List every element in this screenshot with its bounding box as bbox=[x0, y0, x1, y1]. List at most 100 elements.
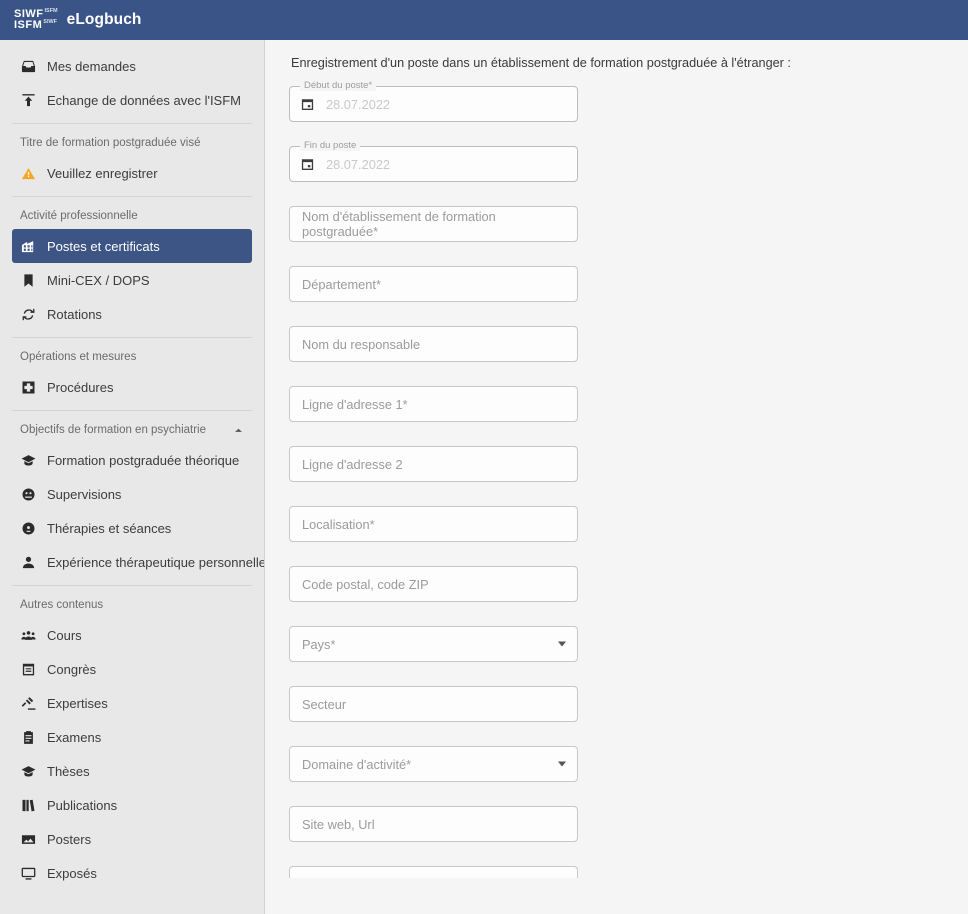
sidebar-item-postes-et-certificats[interactable]: Postes et certificats bbox=[12, 229, 252, 263]
sidebar-section-header: Opérations et mesures bbox=[0, 344, 264, 370]
siwf-isfm-logo: SIWF ISFM ISFM SIWF bbox=[14, 8, 58, 31]
logo-line-2: ISFM bbox=[14, 19, 43, 31]
main-content: Enregistrement d'un poste dans un établi… bbox=[265, 40, 968, 914]
text-input-d-partement[interactable]: Département* bbox=[289, 266, 578, 302]
sidebar-item-label: Echange de données avec l'ISFM bbox=[47, 92, 241, 108]
sidebar-item-mes-demandes[interactable]: Mes demandes bbox=[12, 49, 252, 83]
sidebar: Mes demandes Echange de données avec l'IS… bbox=[0, 40, 265, 914]
sidebar-item-label: Thérapies et séances bbox=[47, 520, 172, 536]
sidebar-item-label: Expertises bbox=[47, 695, 108, 711]
sidebar-item-veuillez-enregistrer[interactable]: Veuillez enregistrer bbox=[12, 156, 252, 190]
form-field-code-postal-code-zip: Code postal, code ZIP bbox=[289, 566, 578, 602]
sidebar-section-label: Titre de formation postgraduée visé bbox=[20, 137, 201, 149]
form-field-ligne-d-adresse-2: Ligne d'adresse 2 bbox=[289, 446, 578, 482]
field-placeholder: Nom du responsable bbox=[302, 336, 421, 352]
date-input-fin-du-poste[interactable]: 28.07.2022 bbox=[289, 146, 578, 182]
warning-triangle-icon bbox=[20, 165, 36, 181]
form-field-fin-du-poste: Fin du poste 28.07.2022 bbox=[289, 140, 578, 182]
text-input-ligne-d-adresse-1[interactable]: Ligne d'adresse 1* bbox=[289, 386, 578, 422]
sidebar-item-label: Procédures bbox=[47, 379, 114, 395]
text-input-code-postal-code-zip[interactable]: Code postal, code ZIP bbox=[289, 566, 578, 602]
field-placeholder: Département* bbox=[302, 276, 381, 292]
sidebar-item-label: Veuillez enregistrer bbox=[47, 165, 158, 181]
sidebar-divider bbox=[12, 337, 252, 338]
field-placeholder: Site web, Url bbox=[302, 816, 375, 832]
calendar-icon[interactable] bbox=[300, 157, 315, 172]
sidebar-item-posters[interactable]: Posters bbox=[12, 822, 252, 856]
image-icon bbox=[20, 831, 36, 847]
page-intro-text: Enregistrement d'un poste dans un établi… bbox=[291, 56, 791, 70]
sidebar-item-supervisions[interactable]: Supervisions bbox=[12, 477, 252, 511]
chevron-up-icon[interactable] bbox=[233, 425, 244, 436]
sidebar-section-label: Objectifs de formation en psychiatrie bbox=[20, 424, 207, 436]
sidebar-section-header: Titre de formation postgraduée visé bbox=[0, 130, 264, 156]
app-root: SIWF ISFM ISFM SIWF eLogbuch Mes demande… bbox=[0, 0, 968, 914]
field-legend: Fin du poste bbox=[300, 140, 361, 151]
chevron-down-icon[interactable] bbox=[558, 641, 566, 647]
brand[interactable]: SIWF ISFM ISFM SIWF eLogbuch bbox=[14, 8, 142, 31]
clipboard-icon bbox=[20, 729, 36, 745]
date-input-d-but-du-poste[interactable]: 28.07.2022 bbox=[289, 86, 578, 122]
sidebar-item-label: Exposés bbox=[47, 865, 97, 881]
field-placeholder: Nom d'établissement de formation postgra… bbox=[302, 209, 496, 239]
sidebar-item-exp-rience-th-rapeutique-personnelle[interactable]: Expérience thérapeutique personnelle bbox=[12, 545, 264, 579]
sidebar-item-label: Posters bbox=[47, 831, 92, 847]
sidebar-divider bbox=[12, 196, 252, 197]
sidebar-item-th-ses[interactable]: Thèses bbox=[12, 754, 252, 788]
form-field-secteur: Secteur bbox=[289, 686, 578, 722]
book-open-icon bbox=[20, 797, 36, 813]
text-input-ligne-d-adresse-2[interactable]: Ligne d'adresse 2 bbox=[289, 446, 578, 482]
text-input-secteur[interactable]: Secteur bbox=[289, 686, 578, 722]
sidebar-divider bbox=[12, 585, 252, 586]
text-input-nom-du-responsable[interactable]: Nom du responsable bbox=[289, 326, 578, 362]
sidebar-item-examens[interactable]: Examens bbox=[12, 720, 252, 754]
text-input-nom-d-tablissement-de-formation-postgradu-e[interactable]: Nom d'établissement de formation postgra… bbox=[289, 206, 578, 242]
select-pays[interactable]: Pays* bbox=[289, 626, 578, 662]
partial-field-below-fold[interactable] bbox=[289, 866, 578, 878]
sidebar-item-mini-cex-dops[interactable]: Mini-CEX / DOPS bbox=[12, 263, 252, 297]
sidebar-section-header[interactable]: Objectifs de formation en psychiatrie bbox=[0, 417, 264, 443]
sidebar-item-formation-postgradu-e-th-orique[interactable]: Formation postgraduée théorique bbox=[12, 443, 252, 477]
app-title: eLogbuch bbox=[66, 11, 142, 28]
field-placeholder: Domaine d'activité* bbox=[302, 756, 412, 772]
sidebar-item-proc-dures[interactable]: Procédures bbox=[12, 370, 252, 404]
sidebar-item-label: Congrès bbox=[47, 661, 97, 677]
medical-cross-icon bbox=[20, 379, 36, 395]
logo-line-1-superscript: ISFM bbox=[44, 8, 58, 14]
sidebar-section-header: Autres contenus bbox=[0, 592, 264, 618]
app-body: Mes demandes Echange de données avec l'IS… bbox=[0, 40, 968, 914]
building-icon bbox=[20, 238, 36, 254]
text-input-site-web-url[interactable]: Site web, Url bbox=[289, 806, 578, 842]
sidebar-item-label: Postes et certificats bbox=[47, 238, 160, 254]
sidebar-section-header: Activité professionnelle bbox=[0, 203, 264, 229]
form-field-localisation: Localisation* bbox=[289, 506, 578, 542]
sidebar-item-publications[interactable]: Publications bbox=[12, 788, 252, 822]
sidebar-item-expertises[interactable]: Expertises bbox=[12, 686, 252, 720]
sidebar-item-label: Thèses bbox=[47, 763, 90, 779]
sidebar-item-label: Publications bbox=[47, 797, 118, 813]
sidebar-item-congr-s[interactable]: Congrès bbox=[12, 652, 252, 686]
chevron-down-icon[interactable] bbox=[558, 761, 566, 767]
book-icon bbox=[20, 272, 36, 288]
field-placeholder: Code postal, code ZIP bbox=[302, 576, 429, 592]
text-input-localisation[interactable]: Localisation* bbox=[289, 506, 578, 542]
group-people-icon bbox=[20, 627, 36, 643]
rotate-icon bbox=[20, 306, 36, 322]
upload-icon bbox=[20, 92, 36, 108]
form-field-nom-du-responsable: Nom du responsable bbox=[289, 326, 578, 362]
sidebar-item-echange-de-donn-es-avec-l-isfm[interactable]: Echange de données avec l'ISFM bbox=[12, 83, 252, 117]
sidebar-item-label: Formation postgraduée théorique bbox=[47, 452, 240, 468]
sidebar-item-th-rapies-et-s-ances[interactable]: Thérapies et séances bbox=[12, 511, 252, 545]
form-field-d-but-du-poste: Début du poste* 28.07.2022 bbox=[289, 80, 578, 122]
sidebar-item-label: Mes demandes bbox=[47, 58, 136, 74]
sidebar-item-label: Supervisions bbox=[47, 486, 122, 502]
calendar-icon[interactable] bbox=[300, 97, 315, 112]
sidebar-item-rotations[interactable]: Rotations bbox=[12, 297, 252, 331]
field-placeholder: Localisation* bbox=[302, 516, 375, 532]
person-icon bbox=[20, 554, 36, 570]
sidebar-item-cours[interactable]: Cours bbox=[12, 618, 252, 652]
date-value: 28.07.2022 bbox=[326, 96, 391, 112]
form-field-ligne-d-adresse-1: Ligne d'adresse 1* bbox=[289, 386, 578, 422]
select-domaine-d-activit[interactable]: Domaine d'activité* bbox=[289, 746, 578, 782]
sidebar-item-expos-s[interactable]: Exposés bbox=[12, 856, 252, 890]
